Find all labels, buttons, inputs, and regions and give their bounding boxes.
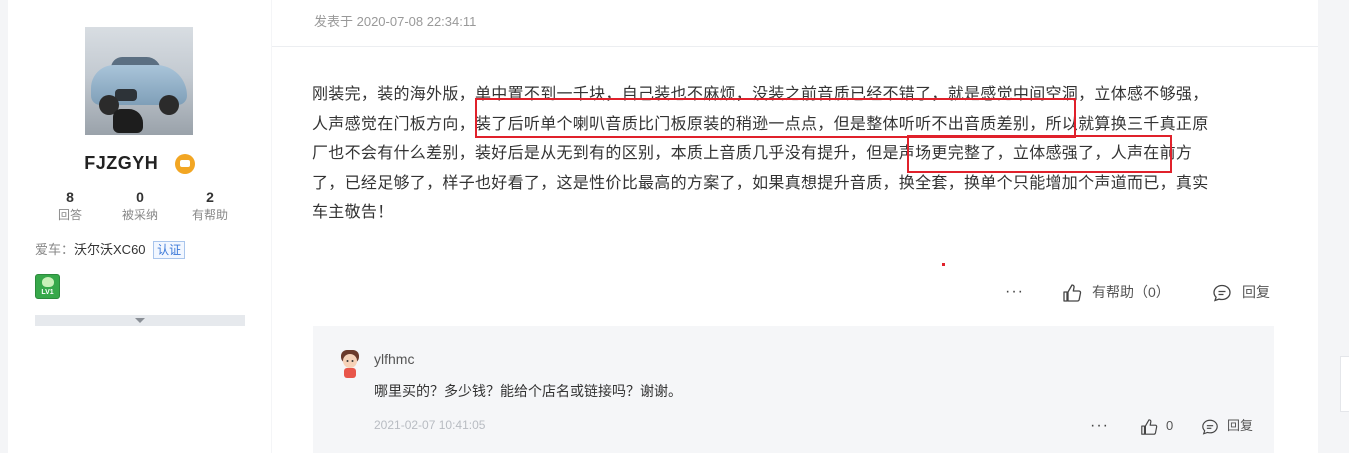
comment-actions: ··· 0 回复 <box>313 414 1274 438</box>
helpful-button[interactable]: 有帮助（0） <box>1062 278 1170 306</box>
avatar-car-key <box>113 109 143 133</box>
user-stats: 8 回答 0 被采纳 2 有帮助 <box>35 188 228 224</box>
stat-label: 有帮助 <box>191 208 228 222</box>
stat-number: 2 <box>206 189 214 205</box>
level-text: LV1 <box>41 289 54 296</box>
comment-more-button[interactable]: ··· <box>1090 414 1109 438</box>
stat-number: 8 <box>66 189 74 205</box>
post-actions: ··· 有帮助（0） 回复 <box>272 278 1318 306</box>
chevron-down-icon <box>135 318 145 323</box>
post-line: 车主敬告！ <box>312 204 394 221</box>
page: FJZGYH 8 回答 0 被采纳 2 有帮助 爱车：沃尔沃XC60 认证 LV… <box>0 0 1349 453</box>
vehicle-owner-badge-icon <box>174 153 195 174</box>
comment-reply-label: 回复 <box>1227 418 1254 433</box>
post-line: 人声感觉在门板方向，装了后听单个喇叭音质比门板原装的稍逊一点点，但是整体听听不出… <box>312 115 1209 133</box>
commenter-avatar[interactable] <box>338 349 362 379</box>
post-time: 发表于 2020-07-08 22:34:11 <box>314 14 477 29</box>
helpful-label: 有帮助（0） <box>1092 284 1170 300</box>
comment: ylfhmc 哪里买的？多少钱？能给个店名或链接吗？谢谢。 2021-02-07… <box>313 326 1274 453</box>
car-label: 爱车： <box>35 242 75 257</box>
username[interactable]: FJZGYH <box>84 153 158 174</box>
commenter-name[interactable]: ylfhmc <box>374 351 414 367</box>
thumbs-up-icon <box>1141 418 1158 435</box>
stat-label: 被采纳 <box>121 208 158 222</box>
post-line: 刚装完，装的海外版，单中置不到一千块，自己装也不麻烦，没装之前音质已经不错了，就… <box>312 86 1209 103</box>
floating-sidebar-edge[interactable] <box>1340 356 1349 412</box>
comment-icon <box>1213 285 1231 302</box>
post-line: 厂也不会有什么差别，装好后是从无到有的区别，本质上音质几乎没有提升，但是声场更完… <box>312 145 1193 162</box>
expand-user-card-button[interactable] <box>35 315 245 326</box>
avatar-car-wheel <box>159 95 179 115</box>
more-button[interactable]: ··· <box>1005 278 1024 306</box>
comment-like-button[interactable]: 0 <box>1140 414 1173 438</box>
stat-answers: 8 回答 <box>40 188 100 224</box>
avatar-car-grille <box>115 89 137 101</box>
stat-accepted: 0 被采纳 <box>110 188 170 224</box>
post: 发表于 2020-07-08 22:34:11 刚装完，装的海外版，单中置不到一… <box>272 0 1318 453</box>
comment-reply-button[interactable]: 回复 <box>1201 414 1253 438</box>
leaf-icon <box>42 277 54 287</box>
user-car: 爱车：沃尔沃XC60 认证 <box>35 240 186 260</box>
user-avatar[interactable] <box>85 27 193 135</box>
post-content: 刚装完，装的海外版，单中置不到一千块，自己装也不麻烦，没装之前音质已经不错了，就… <box>312 80 1280 228</box>
username-row: FJZGYH <box>8 153 271 177</box>
certified-badge: 认证 <box>153 241 186 259</box>
stat-helpful: 2 有帮助 <box>180 188 240 224</box>
stat-number: 0 <box>136 189 144 205</box>
post-header: 发表于 2020-07-08 22:34:11 <box>272 0 1318 47</box>
car-model[interactable]: 沃尔沃XC60 <box>74 242 146 257</box>
level-badge-icon: LV1 <box>35 274 60 299</box>
comment-icon <box>1202 419 1218 435</box>
thumbs-up-icon <box>1063 284 1082 302</box>
stat-label: 回答 <box>57 208 82 222</box>
comment-text: 哪里买的？多少钱？能给个店名或链接吗？谢谢。 <box>374 383 682 399</box>
comment-like-count: 0 <box>1166 418 1174 433</box>
red-dot <box>942 263 945 266</box>
post-line: 了，已经足够了，样子也好看了，这是性价比最高的方案了，如果真想提升音质，换全套，… <box>312 174 1209 192</box>
reply-label: 回复 <box>1242 284 1270 300</box>
reply-button[interactable]: 回复 <box>1212 278 1270 306</box>
user-card: FJZGYH 8 回答 0 被采纳 2 有帮助 爱车：沃尔沃XC60 认证 LV… <box>8 0 271 453</box>
